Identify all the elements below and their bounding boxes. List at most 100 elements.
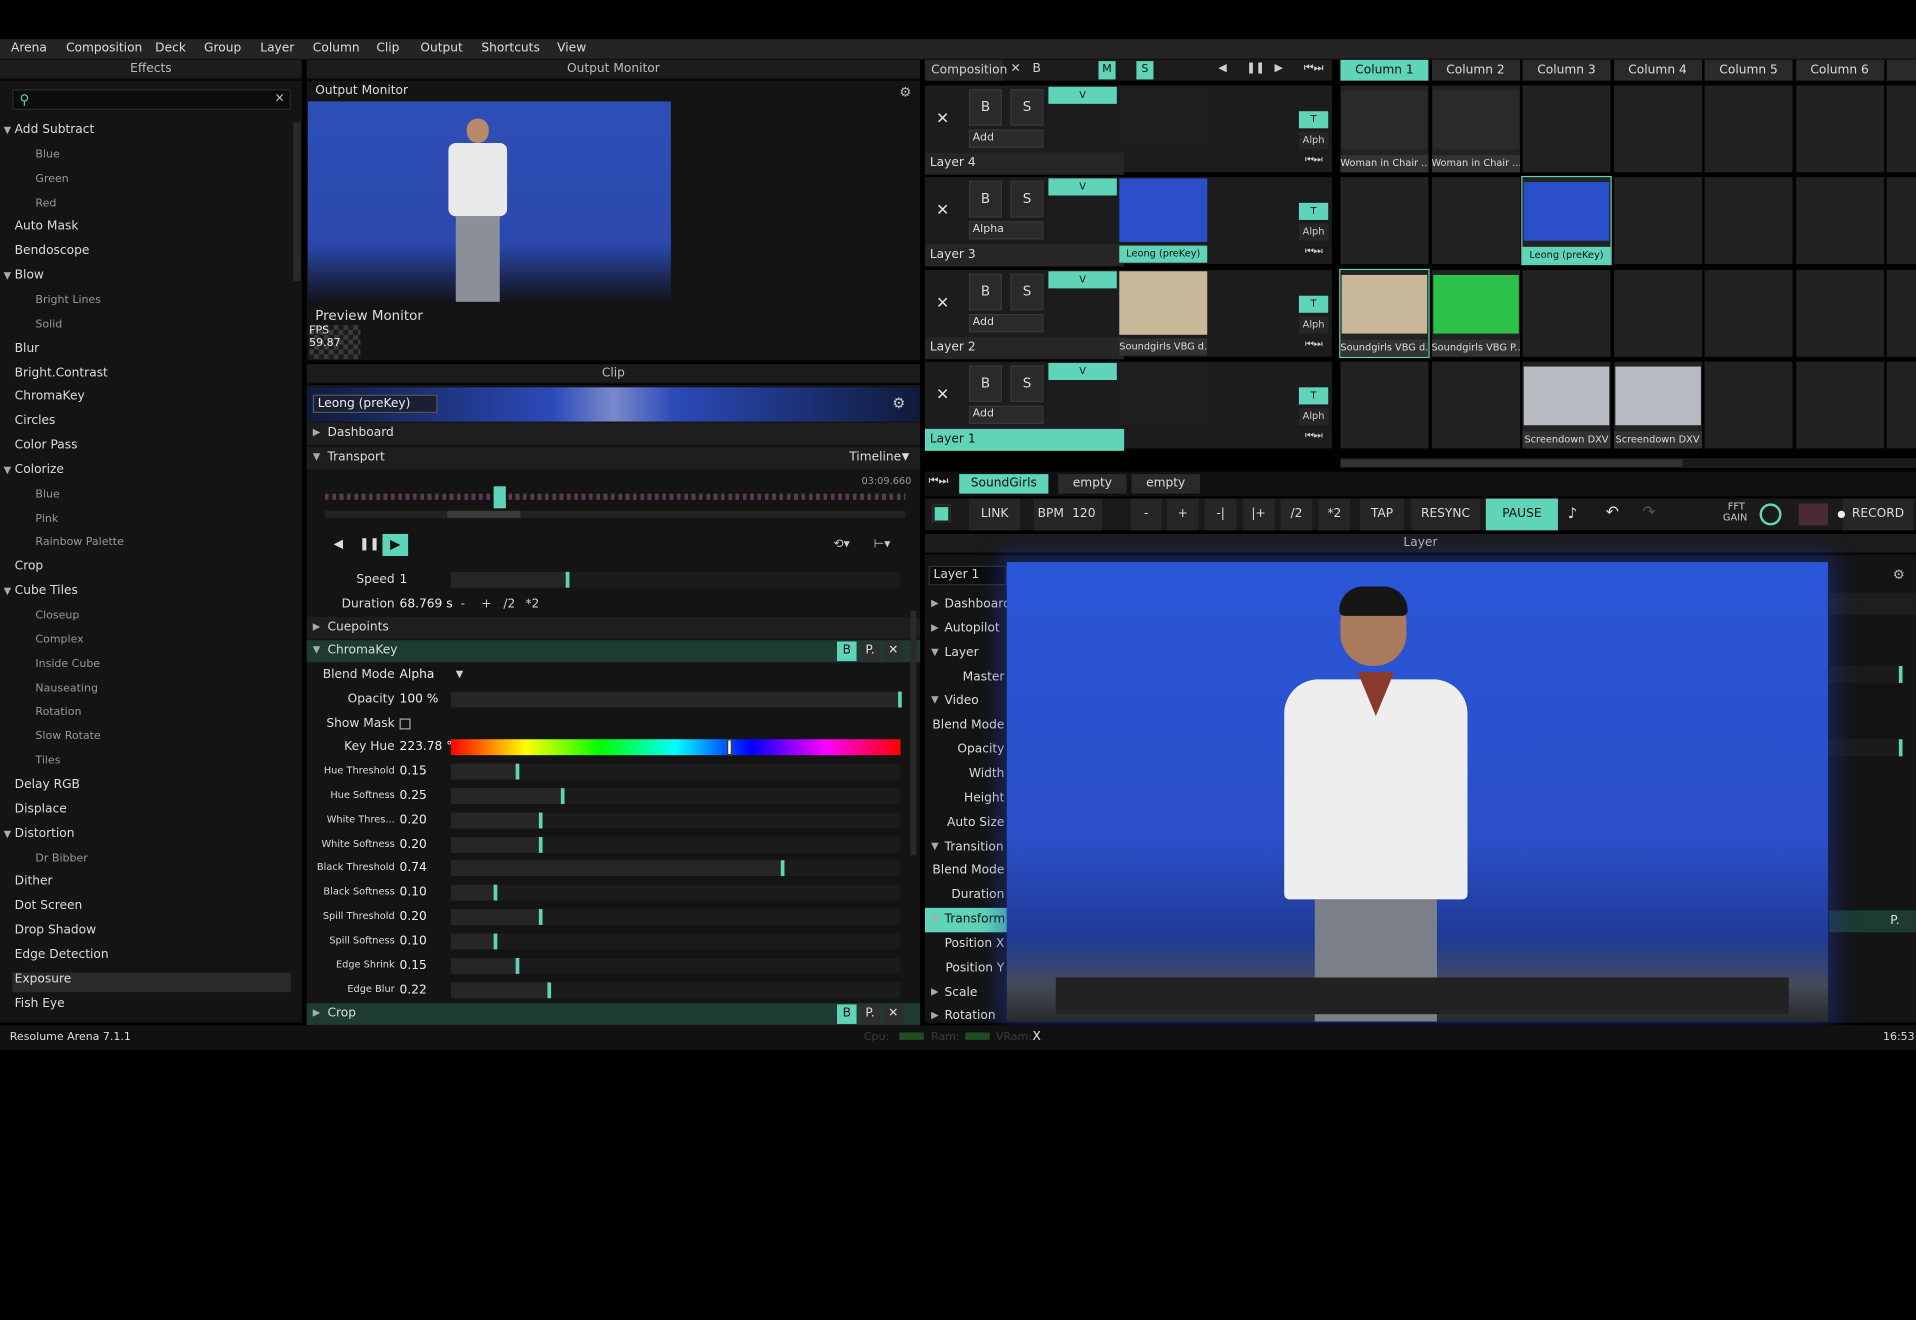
param-slider-handle[interactable] bbox=[493, 884, 498, 901]
menu-view[interactable]: View bbox=[557, 42, 586, 55]
param-slider-handle[interactable] bbox=[515, 763, 520, 780]
layer-t-button[interactable]: T bbox=[1298, 202, 1329, 220]
param-value[interactable]: 0.22 bbox=[400, 983, 427, 996]
menu-composition[interactable]: Composition bbox=[66, 42, 142, 55]
gain-knob[interactable] bbox=[1759, 503, 1782, 526]
effect-group-item[interactable]: Distortion bbox=[15, 827, 75, 840]
layer-bypass-button[interactable]: B bbox=[968, 180, 1002, 218]
column-header[interactable]: Colu bbox=[1886, 59, 1916, 81]
opacity-slider[interactable] bbox=[450, 691, 902, 708]
param-slider-handle[interactable] bbox=[538, 909, 543, 926]
effect-item[interactable]: ChromaKey bbox=[15, 390, 85, 403]
layer-section[interactable]: ▶ Scale bbox=[925, 981, 1007, 1005]
clip-slot[interactable] bbox=[1886, 85, 1916, 173]
undo-icon[interactable]: ↶ bbox=[1606, 503, 1619, 521]
deck-tab[interactable]: empty bbox=[1058, 474, 1127, 494]
layer-skip-icon[interactable]: ⏮⏭ bbox=[1305, 154, 1323, 166]
opacity-value[interactable]: 100 % bbox=[400, 693, 439, 706]
clip-dashboard-section[interactable]: ▶ Dashboard bbox=[306, 422, 921, 445]
effect-preset-item[interactable]: Blue bbox=[35, 488, 59, 500]
effect-group-item[interactable]: Cube Tiles bbox=[15, 584, 78, 597]
layer-blend-dropdown[interactable]: Add bbox=[968, 405, 1044, 424]
crop-preset-button[interactable]: P. bbox=[860, 1004, 880, 1024]
layer-blend-dropdown[interactable]: Add bbox=[968, 129, 1044, 148]
menu-shortcuts[interactable]: Shortcuts bbox=[481, 42, 539, 55]
key-hue-slider[interactable] bbox=[450, 739, 901, 756]
link-square-icon[interactable] bbox=[932, 504, 951, 523]
layer-clear-icon[interactable]: ✕ bbox=[936, 294, 949, 312]
effect-preset-item[interactable]: Rotation bbox=[35, 707, 81, 719]
scrollbar-thumb[interactable] bbox=[1340, 459, 1683, 467]
menu-arena[interactable]: Arena bbox=[11, 42, 47, 55]
effect-preset-item[interactable]: Dr Bibber bbox=[35, 852, 87, 864]
effect-item[interactable]: Delay RGB bbox=[15, 778, 80, 791]
param-slider[interactable] bbox=[450, 836, 901, 853]
clip-slot[interactable] bbox=[1795, 361, 1884, 449]
transport-plus-button[interactable]: + bbox=[1166, 498, 1199, 531]
cuepoints-section[interactable]: ▶ Cuepoints bbox=[306, 617, 921, 640]
duration-double-button[interactable]: *2 bbox=[525, 598, 539, 611]
redo-icon[interactable]: ↷ bbox=[1642, 503, 1655, 521]
clip-slot[interactable]: Soundgirls VBG P... bbox=[1431, 270, 1520, 357]
clip-slot[interactable] bbox=[1340, 361, 1429, 449]
layer-video-button[interactable]: V bbox=[1048, 86, 1117, 104]
layer-name-row[interactable]: Layer 1 bbox=[924, 428, 1125, 451]
menu-output[interactable]: Output bbox=[420, 42, 462, 55]
layer-skip-icon[interactable]: ⏮⏭ bbox=[1305, 338, 1323, 350]
layer-solo-button[interactable]: S bbox=[1010, 89, 1044, 126]
effect-preset-item[interactable]: Slow Rotate bbox=[35, 731, 100, 743]
layer-select-dropdown[interactable]: Layer 1 bbox=[928, 565, 1007, 586]
clip-slot[interactable] bbox=[1613, 270, 1702, 357]
chromakey-effect-header[interactable]: ▼ ChromaKey B P. ✕ bbox=[306, 640, 921, 663]
duration-minus-button[interactable]: - bbox=[461, 598, 465, 611]
key-hue-value[interactable]: 223.78 ° bbox=[400, 740, 453, 753]
clip-scrollbar[interactable] bbox=[910, 610, 917, 856]
effect-preset-item[interactable]: Blue bbox=[35, 149, 59, 161]
effects-search-field[interactable]: ⚲ × bbox=[12, 89, 291, 110]
clip-slot[interactable] bbox=[1613, 85, 1702, 173]
param-slider[interactable] bbox=[450, 812, 901, 829]
duration-value[interactable]: 68.769 s bbox=[400, 598, 453, 611]
clip-slot[interactable] bbox=[1704, 270, 1793, 357]
show-mask-checkbox[interactable] bbox=[399, 718, 411, 730]
clip-slot[interactable] bbox=[1795, 85, 1884, 173]
layer-clear-icon[interactable]: ✕ bbox=[936, 386, 949, 404]
layer-clear-icon[interactable]: ✕ bbox=[936, 202, 949, 220]
param-slider[interactable] bbox=[450, 884, 901, 901]
param-value[interactable]: 0.20 bbox=[400, 813, 427, 826]
effect-preset-item[interactable]: Complex bbox=[35, 634, 83, 646]
composition-bypass-button[interactable]: B bbox=[1033, 62, 1041, 75]
layer-bypass-button[interactable]: B bbox=[968, 365, 1002, 403]
master-handle[interactable] bbox=[1898, 665, 1903, 684]
layer-solo-button[interactable]: S bbox=[1010, 273, 1044, 311]
effects-search-input[interactable] bbox=[40, 91, 273, 108]
speed-slider-handle[interactable] bbox=[565, 571, 570, 588]
expanded-arrow-icon[interactable]: ▼ bbox=[4, 125, 12, 136]
clip-slot[interactable]: Woman in Chair ... bbox=[1340, 85, 1429, 173]
clip-slot[interactable] bbox=[1522, 270, 1611, 357]
param-slider[interactable] bbox=[450, 933, 901, 950]
transport-scrub-bar[interactable] bbox=[325, 510, 906, 519]
clip-grid-scrollbar[interactable] bbox=[1340, 458, 1916, 468]
param-value[interactable]: 0.15 bbox=[400, 765, 427, 778]
clip-slot[interactable] bbox=[1522, 85, 1611, 173]
key-hue-handle[interactable] bbox=[727, 739, 733, 756]
effect-item[interactable]: Displace bbox=[15, 803, 67, 816]
column-header[interactable]: Column 2 bbox=[1431, 59, 1520, 81]
deck-tab[interactable]: empty bbox=[1131, 474, 1200, 494]
layer-solo-button[interactable]: S bbox=[1010, 365, 1044, 403]
expanded-arrow-icon[interactable]: ▼ bbox=[4, 270, 12, 281]
blend-mode-dropdown[interactable]: Alpha bbox=[400, 668, 435, 681]
clip-slot[interactable] bbox=[1795, 177, 1884, 264]
layer-alpha-button[interactable]: Alph bbox=[1298, 316, 1329, 334]
direction-mode-icon[interactable]: ⊢▾ bbox=[874, 538, 891, 551]
effect-preset-item[interactable]: Solid bbox=[35, 319, 62, 331]
effect-item[interactable]: Dot Screen bbox=[15, 900, 83, 913]
layer-section[interactable]: ▼ Layer bbox=[925, 641, 1007, 665]
layer-video-button[interactable]: V bbox=[1048, 271, 1117, 289]
effect-group-item[interactable]: Colorize bbox=[15, 463, 64, 476]
param-value[interactable]: 0.10 bbox=[400, 886, 427, 899]
effect-preset-item[interactable]: Nauseating bbox=[35, 682, 97, 694]
transport-minus-button[interactable]: - bbox=[1130, 498, 1163, 531]
param-slider[interactable] bbox=[450, 860, 901, 877]
